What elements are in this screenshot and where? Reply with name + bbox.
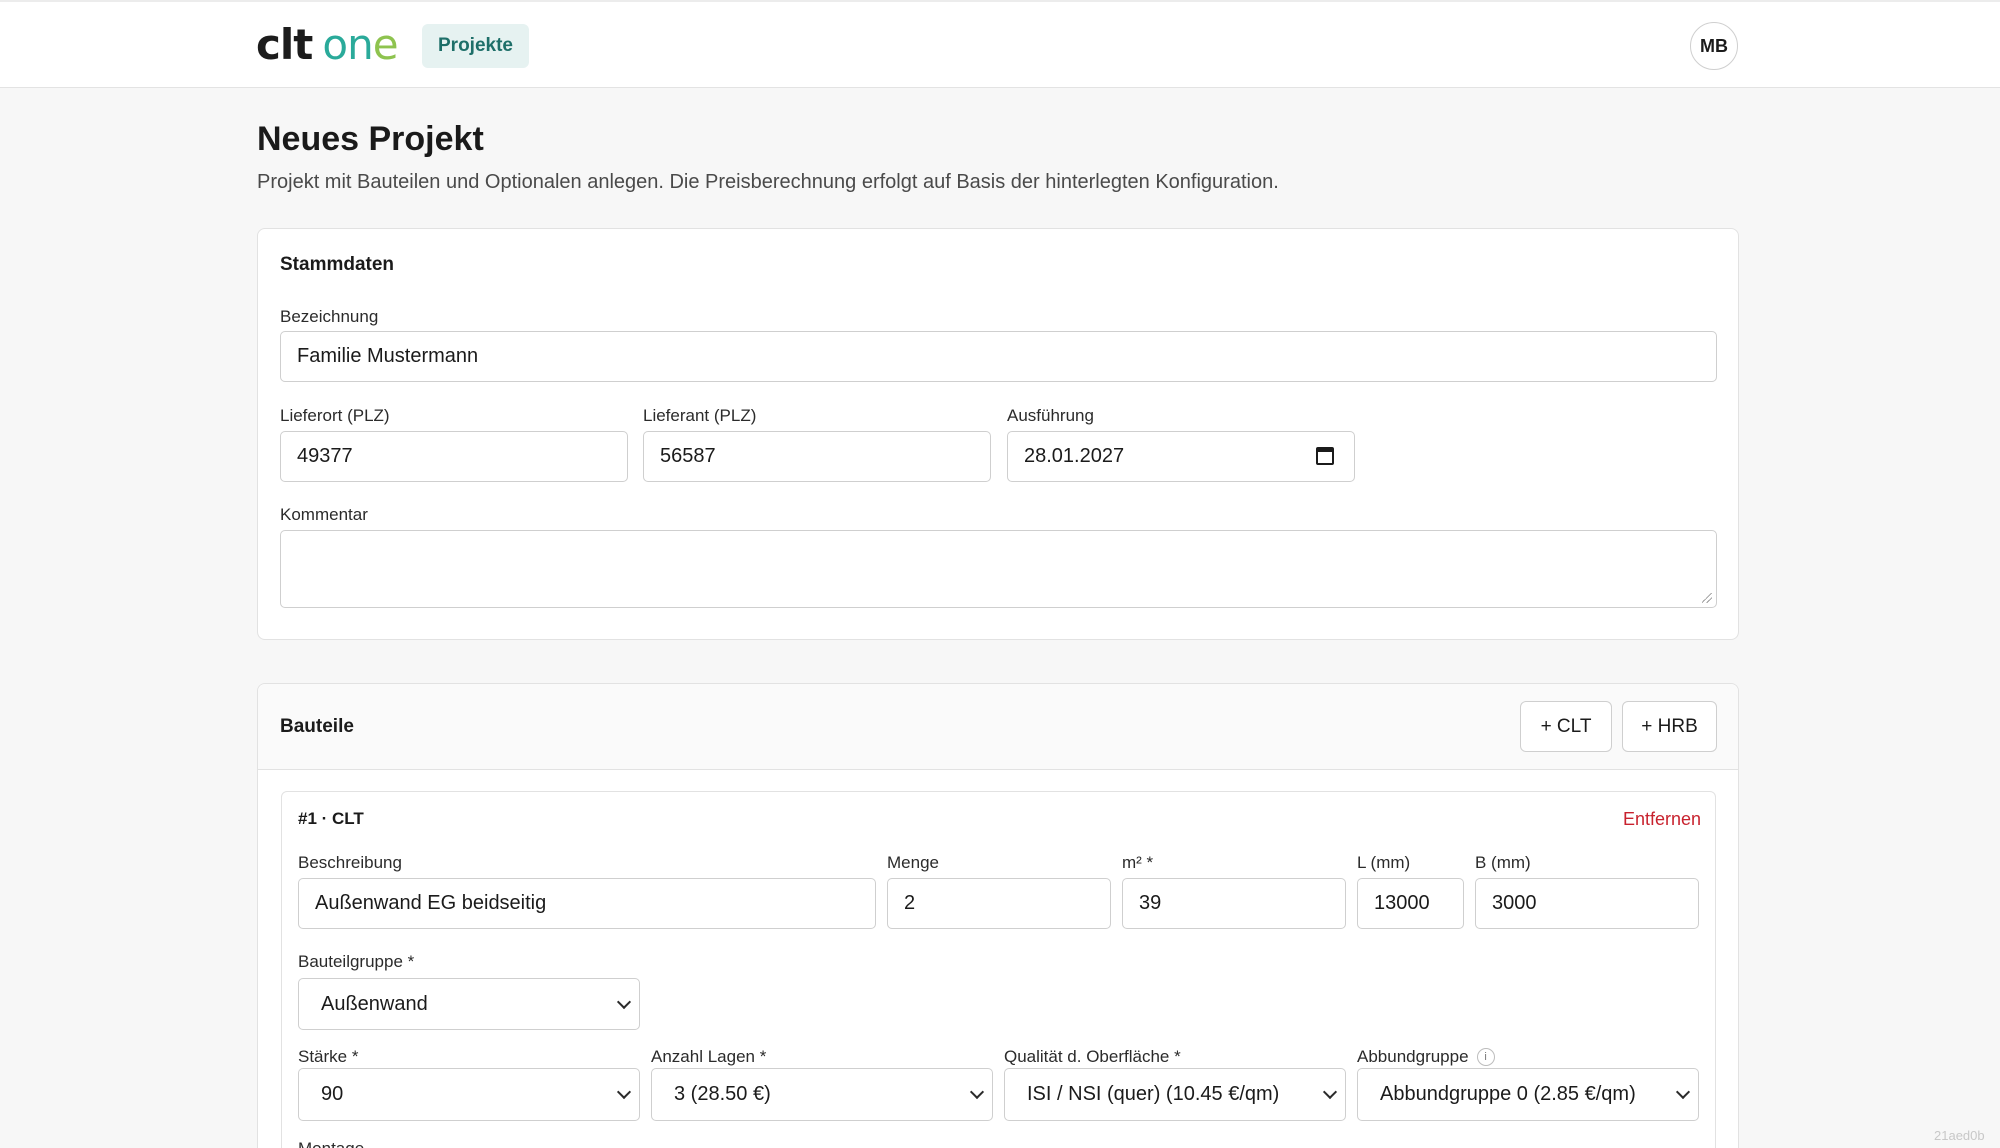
bezeichnung-input[interactable]: Familie Mustermann — [280, 331, 1717, 382]
ausfuehrung-label: Ausführung — [1007, 406, 1094, 425]
montage-label: Montage — [298, 1139, 364, 1148]
staerke-select[interactable]: 90 — [298, 1068, 640, 1121]
abbund-label-text: Abbundgruppe — [1357, 1047, 1469, 1066]
bauteil-item-title: #1 · CLT — [298, 809, 364, 828]
length-label: L (mm) — [1357, 853, 1411, 872]
lagen-value: 3 (28.50 €) — [674, 1083, 771, 1105]
lagen-select[interactable]: 3 (28.50 €) — [651, 1068, 993, 1121]
top-navigation-bar: clt one Projekte MB — [0, 0, 2000, 88]
resize-handle-icon[interactable] — [1702, 593, 1712, 603]
remove-bauteil-link[interactable]: Entfernen — [1623, 809, 1701, 830]
add-hrb-button[interactable]: + HRB — [1622, 701, 1717, 752]
bauteilgruppe-label: Bauteilgruppe * — [298, 952, 415, 971]
staerke-label: Stärke * — [298, 1047, 359, 1066]
menge-input[interactable]: 2 — [887, 878, 1111, 929]
page-subtitle: Projekt mit Bauteilen und Optionalen anl… — [257, 171, 1279, 193]
bauteilgruppe-value: Außenwand — [321, 992, 428, 1015]
qualitaet-select[interactable]: ISI / NSI (quer) (10.45 €/qm) — [1004, 1068, 1346, 1121]
bauteilgruppe-select[interactable]: Außenwand — [298, 978, 640, 1030]
width-input[interactable]: 3000 — [1475, 878, 1699, 929]
abbund-select[interactable]: Abbundgruppe 0 (2.85 €/qm) — [1357, 1068, 1699, 1121]
lieferort-label: Lieferort (PLZ) — [280, 406, 390, 425]
abbund-value: Abbundgruppe 0 (2.85 €/qm) — [1380, 1083, 1636, 1105]
logo-text-one: one — [322, 20, 398, 69]
page-title: Neues Projekt — [257, 120, 484, 158]
ausfuehrung-date-input[interactable]: 28.01.2027 — [1007, 431, 1355, 482]
m2-input[interactable]: 39 — [1122, 878, 1346, 929]
calendar-icon[interactable] — [1316, 447, 1334, 465]
m2-label: m² * — [1122, 853, 1154, 872]
logo-text-clt: clt — [256, 20, 313, 69]
chevron-down-icon — [969, 1084, 985, 1100]
bauteile-card-header — [258, 684, 1738, 770]
beschreibung-label: Beschreibung — [298, 853, 402, 872]
chevron-down-icon — [616, 994, 632, 1010]
width-label: B (mm) — [1475, 853, 1531, 872]
info-icon[interactable]: i — [1476, 1047, 1495, 1066]
chevron-down-icon — [1322, 1084, 1338, 1100]
chevron-down-icon — [1675, 1084, 1691, 1100]
stammdaten-title: Stammdaten — [280, 254, 395, 275]
bezeichnung-label: Bezeichnung — [280, 307, 379, 326]
kommentar-label: Kommentar — [280, 505, 368, 524]
length-input[interactable]: 13000 — [1357, 878, 1464, 929]
add-clt-button[interactable]: + CLT — [1520, 701, 1612, 752]
lieferort-input[interactable]: 49377 — [280, 431, 628, 482]
abbund-label: Abbundgruppe i — [1357, 1047, 1495, 1067]
staerke-value: 90 — [321, 1083, 344, 1105]
kommentar-textarea[interactable] — [280, 530, 1717, 608]
qualitaet-label: Qualität d. Oberfläche * — [1004, 1047, 1181, 1066]
user-avatar[interactable]: MB — [1690, 22, 1738, 70]
chevron-down-icon — [616, 1084, 632, 1100]
bauteile-title: Bauteile — [280, 716, 354, 737]
nav-projects-button[interactable]: Projekte — [422, 24, 529, 68]
qualitaet-value: ISI / NSI (quer) (10.45 €/qm) — [1027, 1083, 1280, 1105]
clt-one-logo[interactable]: clt one — [256, 20, 399, 69]
ausfuehrung-date-value: 28.01.2027 — [1024, 445, 1125, 467]
menge-label: Menge — [887, 853, 939, 872]
lagen-label: Anzahl Lagen * — [651, 1047, 767, 1066]
beschreibung-input[interactable]: Außenwand EG beidseitig — [298, 878, 876, 929]
build-hash-watermark: 21aed0b — [1934, 1128, 1985, 1143]
lieferant-input[interactable]: 56587 — [643, 431, 991, 482]
lieferant-label: Lieferant (PLZ) — [643, 406, 757, 425]
